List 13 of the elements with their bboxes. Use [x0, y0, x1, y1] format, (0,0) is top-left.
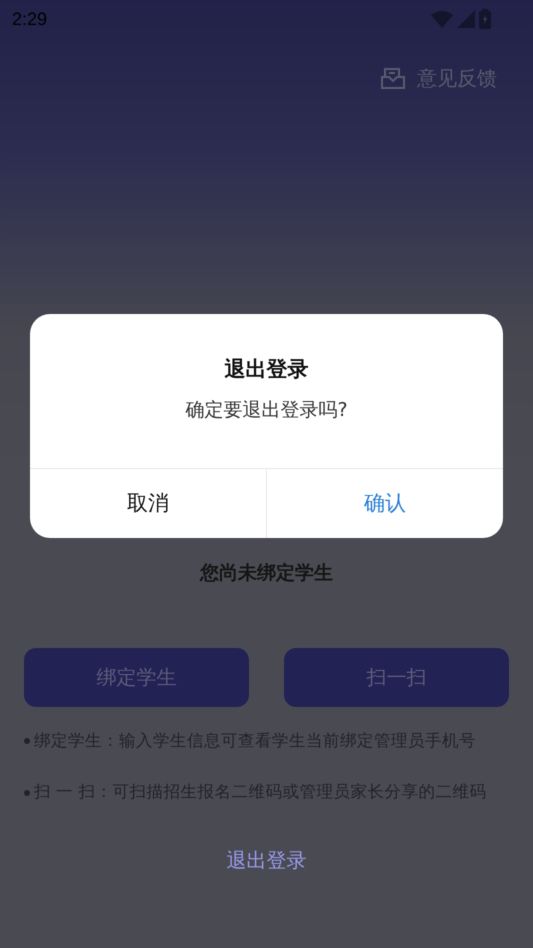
dialog-title: 退出登录: [224, 356, 308, 383]
action-button[interactable]: 扫一扫: [284, 648, 509, 706]
logout-link[interactable]: 退出登录: [226, 845, 306, 875]
signal-icon: [457, 10, 475, 28]
dialog-message: 确定要退出登录吗?: [185, 398, 348, 422]
battery-icon: [479, 9, 491, 29]
status-time: 2:29: [12, 8, 48, 30]
confirm-button[interactable]: 确认: [267, 469, 503, 538]
wifi-icon: [431, 10, 453, 28]
envelope-icon: [381, 66, 405, 90]
cancel-button[interactable]: 取消: [30, 469, 267, 538]
unbound-notice: 您尚未绑定学生: [200, 561, 333, 586]
action-button[interactable]: 绑定学生: [24, 648, 249, 706]
